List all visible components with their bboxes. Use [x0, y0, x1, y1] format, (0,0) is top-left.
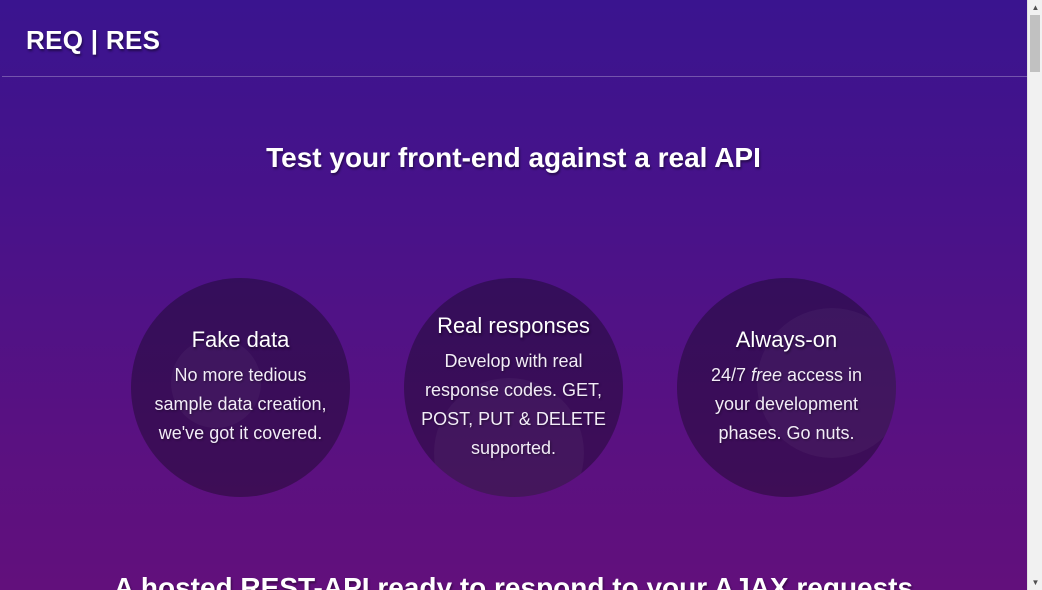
feature-title: Fake data: [191, 327, 290, 352]
feature-real-responses: Real responses Develop with real respons…: [404, 278, 623, 497]
hero-title: Test your front-end against a real API: [266, 142, 761, 173]
scroll-thumb[interactable]: [1030, 15, 1040, 72]
feature-text: No more tedious sample data creation, we…: [154, 365, 327, 443]
section-title: A hosted REST-API ready to respond to yo…: [113, 572, 914, 590]
feature-text-emphasis: free: [750, 365, 783, 385]
feature-text: Develop with real response codes. GET, P…: [421, 350, 606, 458]
feature-text-part: 24/7: [710, 365, 751, 385]
feature-title: Always-on: [735, 327, 838, 352]
scroll-down-icon[interactable]: ▼: [1028, 575, 1042, 590]
vertical-scrollbar[interactable]: ▲ ▼: [1027, 0, 1042, 590]
scroll-up-icon[interactable]: ▲: [1028, 0, 1042, 15]
feature-title: Real responses: [437, 312, 590, 338]
feature-always-on: Always-on 24/7 free access in your devel…: [677, 278, 896, 497]
feature-text: 24/7 free access in your development pha…: [691, 361, 882, 448]
logo-link[interactable]: REQ | RES: [26, 25, 160, 56]
feature-fake-data: Fake data No more tedious sample data cr…: [131, 278, 350, 497]
page-viewport: REQ | RES Test your front-end against a …: [0, 0, 1027, 590]
site-header: REQ | RES: [2, 0, 1027, 77]
